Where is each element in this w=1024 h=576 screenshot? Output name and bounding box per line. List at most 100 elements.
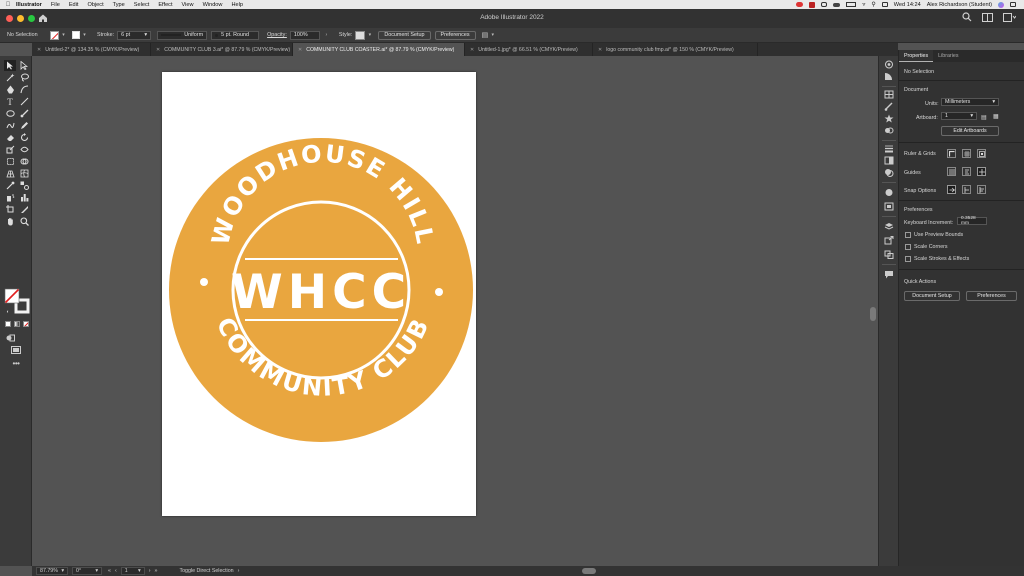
selection-tool-icon[interactable]	[4, 60, 16, 71]
pixel-grid-icon[interactable]	[977, 149, 986, 158]
transparency-panel-icon[interactable]	[884, 168, 894, 177]
zoom-level-field[interactable]: 87.79% ▾	[36, 567, 68, 575]
slice-tool-icon[interactable]	[18, 204, 30, 215]
zoom-window-icon[interactable]	[28, 15, 35, 22]
home-icon[interactable]	[37, 12, 49, 24]
battery-icon[interactable]	[846, 2, 857, 7]
fill-dropdown-icon[interactable]: ▾	[59, 31, 68, 40]
grid-icon[interactable]	[962, 149, 971, 158]
gradient-mode-icon[interactable]	[13, 318, 21, 329]
color-panel-icon[interactable]	[884, 60, 894, 69]
minimize-window-icon[interactable]	[17, 15, 24, 22]
appearance-panel-icon[interactable]	[884, 188, 894, 197]
variable-width-profile[interactable]: Uniform	[157, 30, 208, 40]
tab-libraries[interactable]: Libraries	[933, 50, 963, 62]
close-window-icon[interactable]	[6, 15, 13, 22]
lasso-tool-icon[interactable]	[18, 72, 30, 83]
document-tab[interactable]: ✕ logo community club fmp.ai* @ 150 % (CM…	[593, 43, 758, 56]
show-guides-icon[interactable]	[947, 167, 956, 176]
menu-window[interactable]: Window	[203, 2, 223, 8]
line-segment-tool-icon[interactable]	[18, 96, 30, 107]
close-tab-icon[interactable]: ✕	[470, 47, 474, 53]
width-tool-icon[interactable]	[18, 144, 30, 155]
artboard[interactable]: WHCC WOODHOUSE HILL COMMUNITY CLUB	[162, 72, 476, 516]
opacity-arrow-icon[interactable]: ›	[322, 31, 331, 40]
brushes-icon[interactable]	[884, 102, 894, 111]
previous-artboard-icon[interactable]: ‹	[115, 568, 117, 574]
stroke-color-swatch[interactable]	[72, 31, 80, 39]
shaper-tool-icon[interactable]	[4, 120, 16, 131]
zoom-tool-icon[interactable]	[18, 216, 30, 227]
snap-to-grid-icon[interactable]	[962, 185, 971, 194]
artboard-dropdown[interactable]: 1 ▾	[941, 112, 977, 120]
column-graph-tool-icon[interactable]	[18, 192, 30, 203]
clock-label[interactable]: Wed 14:24	[894, 2, 921, 8]
user-name[interactable]: Alex Richardson (Student)	[927, 2, 992, 8]
align-panel-icon[interactable]	[884, 202, 894, 211]
style-dropdown-icon[interactable]: ▾	[365, 31, 374, 40]
rulers-icon[interactable]	[947, 149, 956, 158]
document-setup-button[interactable]: Document Setup	[378, 30, 431, 40]
fill-color-swatch[interactable]	[50, 30, 59, 40]
perspective-grid-tool-icon[interactable]	[4, 168, 16, 179]
preferences-button[interactable]: Preferences	[434, 30, 476, 40]
snap-to-pixel-icon[interactable]	[977, 185, 986, 194]
direct-selection-tool-icon[interactable]	[18, 60, 30, 71]
eraser-tool-icon[interactable]	[4, 132, 16, 143]
menu-object[interactable]: Object	[87, 2, 103, 8]
stroke-dropdown-icon[interactable]: ▾	[80, 31, 89, 40]
default-fill-stroke-icon[interactable]: ◐	[2, 306, 14, 317]
status-menu-icon[interactable]: ›	[238, 568, 240, 574]
horizontal-scroll-thumb[interactable]	[582, 568, 596, 574]
comments-icon[interactable]	[884, 270, 894, 279]
scale-strokes-checkbox[interactable]	[905, 256, 911, 262]
menu-view[interactable]: View	[182, 2, 194, 8]
search-icon[interactable]	[962, 12, 972, 22]
symbols-icon[interactable]	[884, 114, 894, 123]
quick-preferences-button[interactable]: Preferences	[966, 291, 1017, 301]
artboards-panel-icon[interactable]	[884, 250, 894, 259]
menu-type[interactable]: Type	[113, 2, 125, 8]
tab-properties[interactable]: Properties	[899, 50, 934, 62]
menu-select[interactable]: Select	[134, 2, 150, 8]
last-artboard-icon[interactable]: »	[154, 568, 157, 574]
units-dropdown[interactable]: Millimeters ▾	[941, 98, 999, 106]
magic-wand-tool-icon[interactable]	[4, 72, 16, 83]
wifi-icon[interactable]: ▿	[862, 1, 865, 8]
creative-cloud-icon[interactable]	[796, 2, 804, 7]
color-guide-icon[interactable]	[884, 72, 894, 81]
lock-guides-icon[interactable]	[962, 167, 971, 176]
artboard-tool-icon[interactable]	[4, 204, 16, 215]
edit-toolbar-icon[interactable]: •••	[10, 358, 22, 369]
vertical-scroll-thumb[interactable]	[870, 307, 876, 321]
apple-menu-icon[interactable]: 	[0, 2, 16, 8]
artboard-options-icon[interactable]: ▤	[981, 114, 987, 121]
free-transform-tool-icon[interactable]	[4, 156, 16, 167]
stroke-weight-field[interactable]: 6 pt ▾	[117, 30, 152, 40]
menu-effect[interactable]: Effect	[158, 2, 172, 8]
spotlight-icon[interactable]: ⚲	[871, 1, 875, 8]
opacity-field[interactable]: 100%	[289, 30, 320, 40]
paintbrush-tool-icon[interactable]	[18, 108, 30, 119]
scale-strokes-label[interactable]: Scale Strokes & Effects	[914, 256, 969, 262]
menu-edit[interactable]: Edit	[69, 2, 79, 8]
cloud-icon[interactable]	[833, 2, 841, 7]
menu-app-name[interactable]: Illustrator	[16, 2, 42, 8]
arrange-icon[interactable]: ▤	[482, 31, 489, 39]
stroke-panel-icon[interactable]	[884, 144, 894, 153]
close-tab-icon[interactable]: ✕	[37, 47, 41, 53]
color-mode-icon[interactable]	[4, 318, 12, 329]
artboard-navigator-field[interactable]: 1 ▾	[120, 567, 145, 575]
scale-corners-label[interactable]: Scale Corners	[914, 244, 948, 250]
ellipse-tool-icon[interactable]	[4, 108, 16, 119]
graphic-styles-icon[interactable]	[884, 126, 894, 135]
symbol-sprayer-tool-icon[interactable]	[4, 192, 16, 203]
shape-builder-tool-icon[interactable]	[18, 156, 30, 167]
none-mode-icon[interactable]	[22, 318, 30, 329]
keyboard-increment-field[interactable]: 0.3528 mm	[957, 216, 987, 226]
hand-tool-icon[interactable]	[4, 216, 16, 227]
menu-help[interactable]: Help	[231, 2, 243, 8]
gradient-panel-icon[interactable]	[884, 156, 894, 165]
adobe-icon[interactable]	[809, 1, 816, 8]
blend-tool-icon[interactable]	[18, 180, 30, 191]
